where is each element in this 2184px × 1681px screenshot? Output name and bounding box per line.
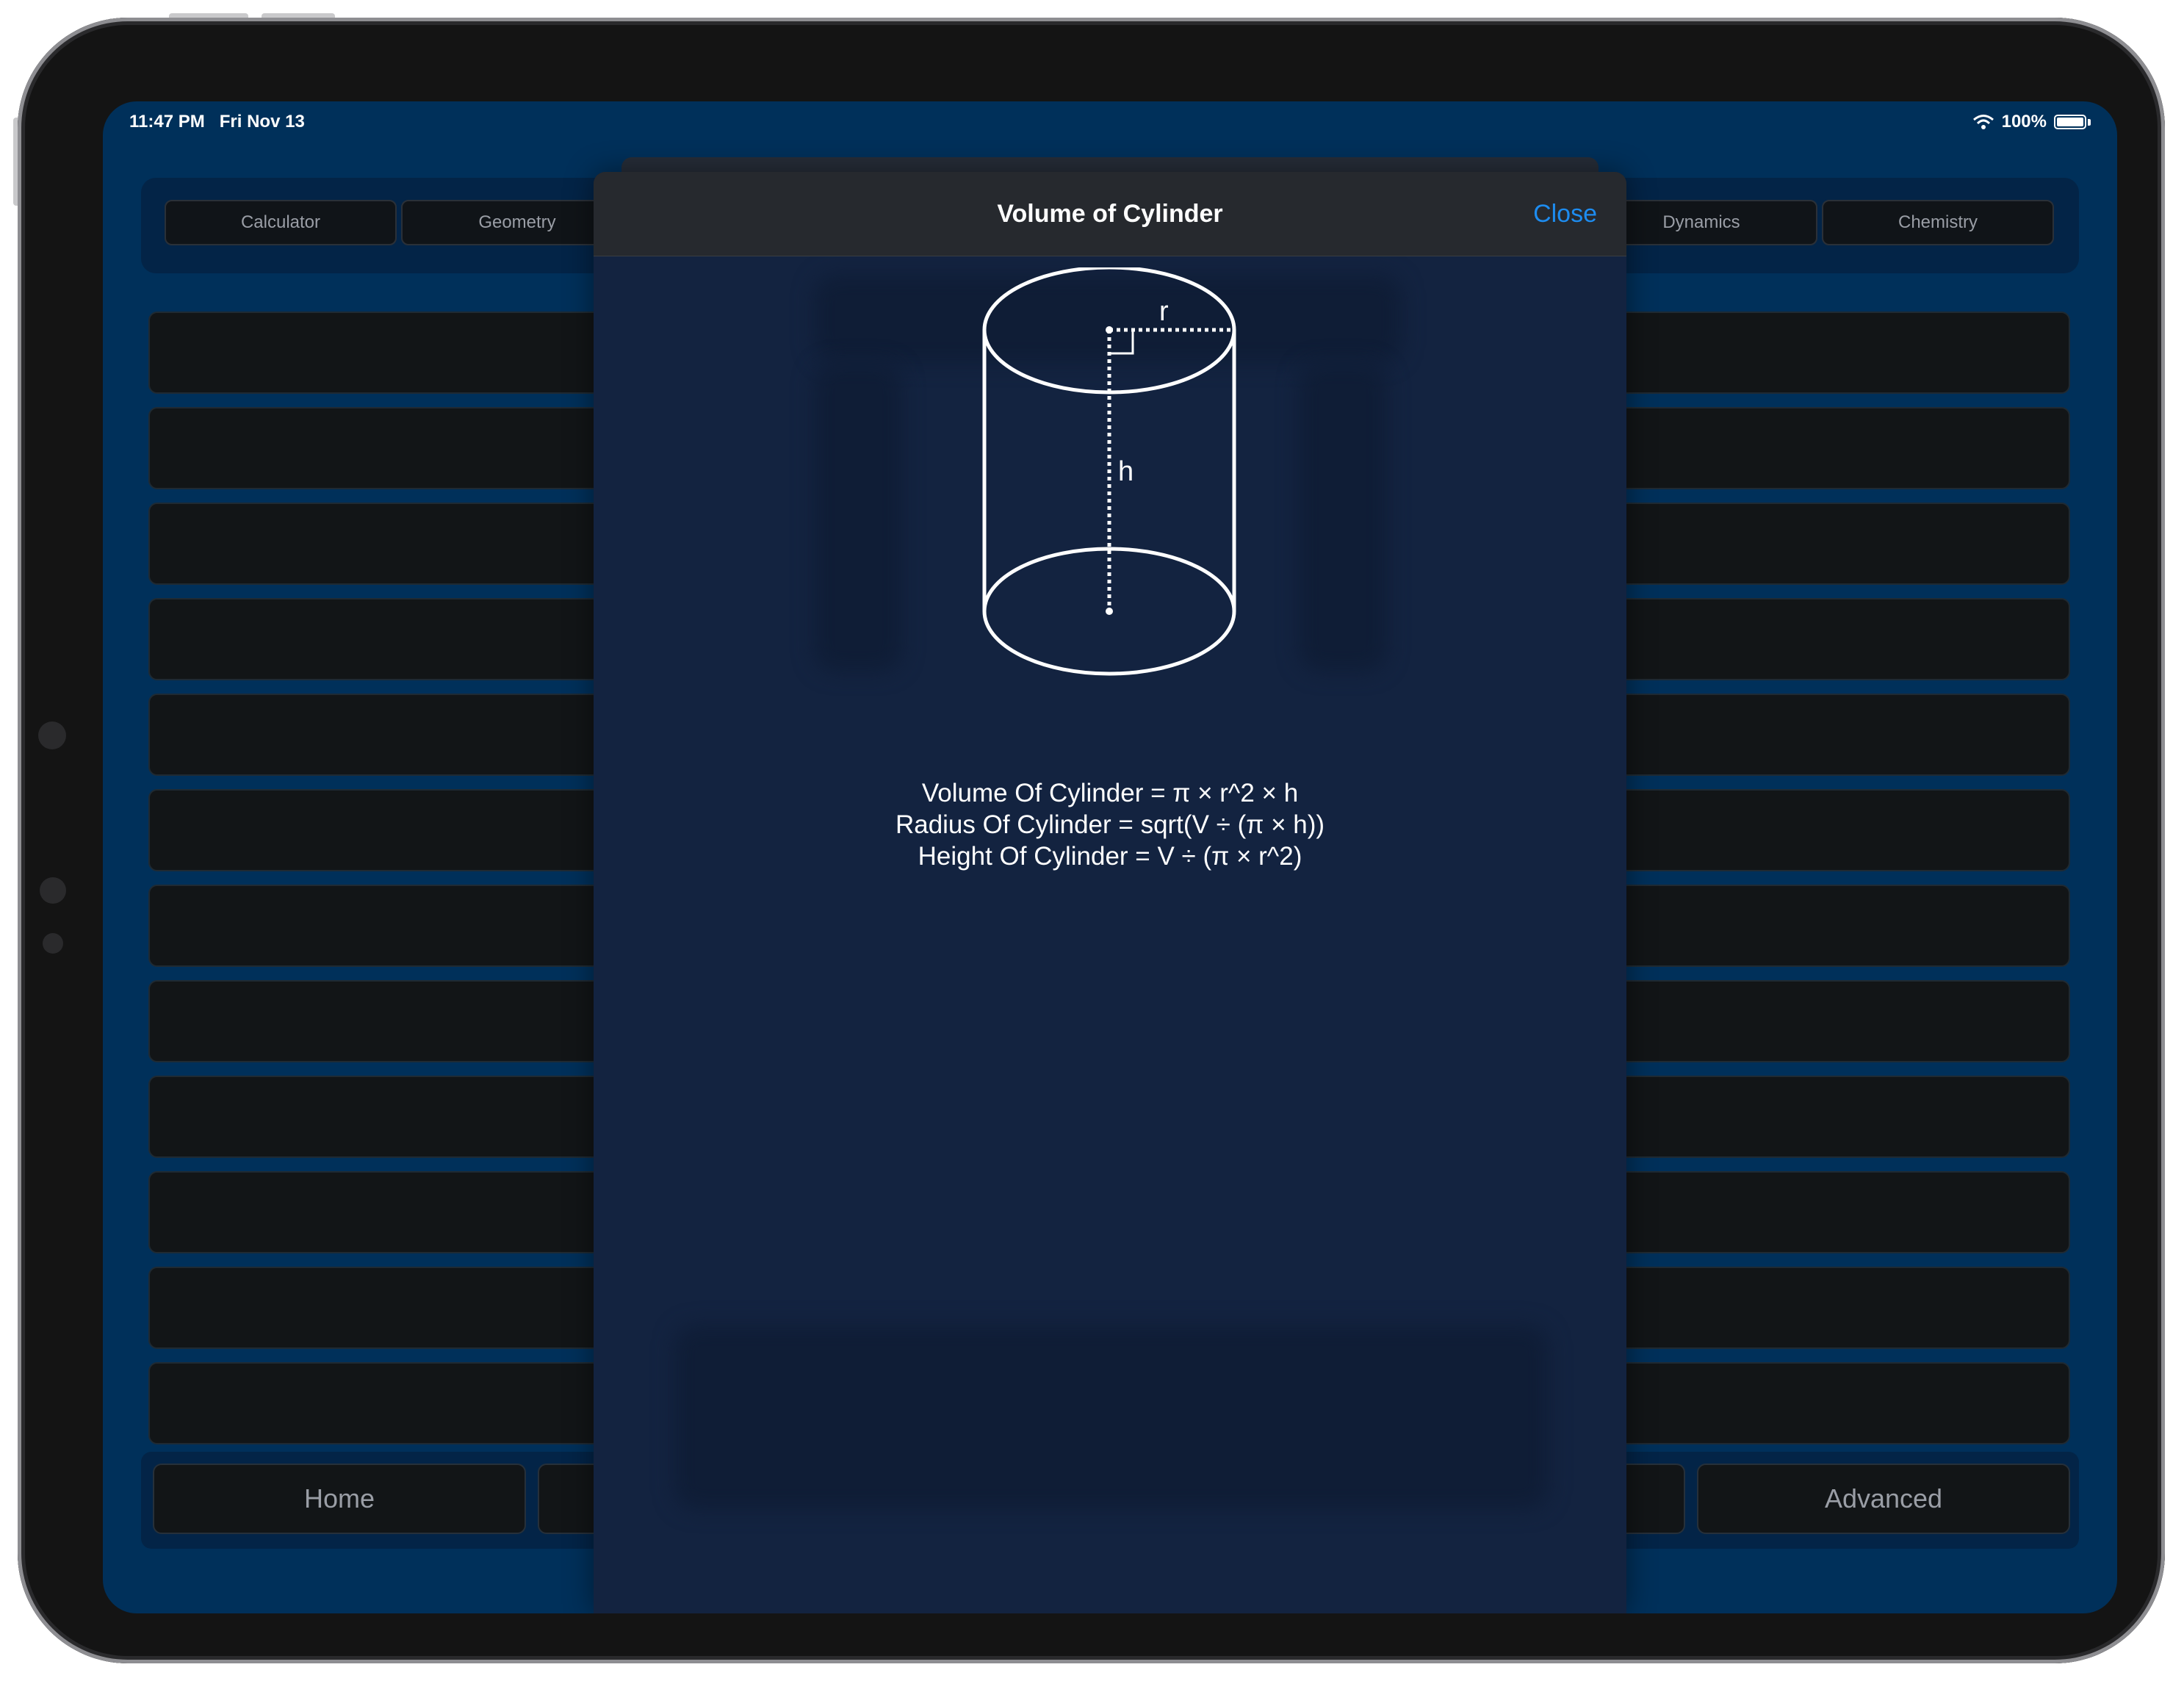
close-button[interactable]: Close [1533,172,1597,256]
modal-header: Volume of Cylinder Close [594,172,1626,256]
wifi-icon [1972,115,1994,129]
sensor-dot [40,877,66,904]
battery-percent: 100% [2001,112,2047,132]
advanced-button[interactable]: Advanced [1697,1464,2070,1534]
radius-formula: Radius Of Cylinder = sqrt(V ÷ (π × h)) [895,810,1325,839]
battery-tip [2088,118,2091,126]
sensor-dot [43,933,63,954]
bottom-center-point [1106,608,1113,615]
status-date: Fri Nov 13 [219,112,305,132]
volume-formula: Volume Of Cylinder = π × r^2 × h [921,779,1299,807]
top-center-point [1106,326,1113,334]
blurred-background-shape [814,363,902,672]
ipad-device-frame: 11:47 PM Fri Nov 13 100% Calculator Geom… [18,18,2165,1663]
battery-icon [2054,115,2086,129]
camera-dot [38,721,66,749]
height-label: h [1118,456,1134,487]
status-time: 11:47 PM Fri Nov 13 [129,112,305,132]
status-bar: 11:47 PM Fri Nov 13 100% [129,112,2091,141]
height-formula: Height Of Cylinder = V ÷ (π × r^2) [918,842,1302,871]
right-angle-marker [1109,330,1134,355]
blurred-background-shape [674,1325,1549,1509]
tab-calculator[interactable]: Calculator [165,200,397,245]
radius-label: r [1159,296,1169,327]
cylinder-diagram: r h [982,267,1236,676]
formula-modal: Volume of Cylinder Close r h Volume Of C… [594,172,1626,1613]
modal-title: Volume of Cylinder [997,200,1223,228]
home-button[interactable]: Home [153,1464,526,1534]
blurred-background-shape [1299,363,1387,672]
screen: 11:47 PM Fri Nov 13 100% Calculator Geom… [103,101,2117,1613]
formula-text: Volume Of Cylinder = π × r^2 × h Radius … [594,777,1626,872]
tab-chemistry[interactable]: Chemistry [1822,200,2054,245]
